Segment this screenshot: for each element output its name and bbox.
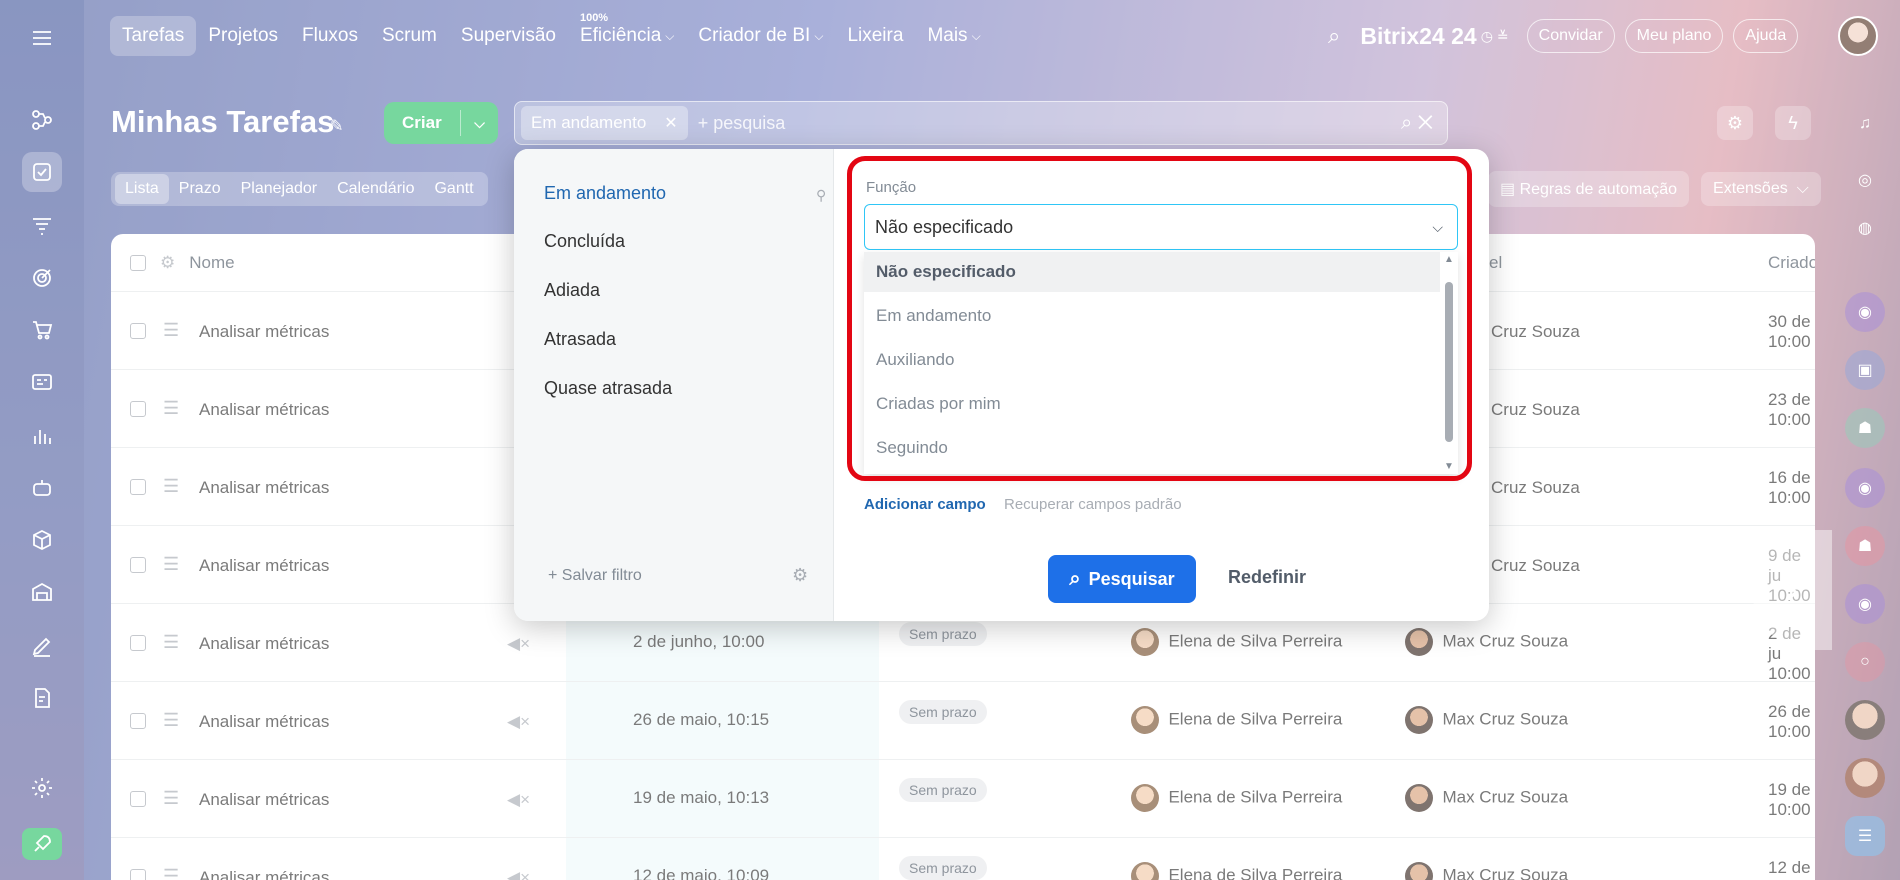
save-filter-button[interactable]: + Salvar filtro — [548, 567, 642, 585]
search-button[interactable]: ⌕ Pesquisar — [1048, 555, 1196, 603]
plus-icon: + — [548, 567, 558, 584]
search-icon: ⌕ — [1069, 567, 1081, 590]
reset-button[interactable]: Redefinir — [1228, 567, 1306, 588]
pin-icon[interactable]: ⚲ — [816, 187, 826, 204]
preset-em-andamento[interactable]: Em andamento — [544, 183, 666, 204]
gear-icon[interactable]: ⚙ — [792, 565, 808, 586]
preset-adiada[interactable]: Adiada — [544, 280, 600, 301]
preset-atrasada[interactable]: Atrasada — [544, 329, 616, 350]
filter-presets: Em andamento ⚲ Concluída Adiada Atrasada… — [514, 149, 834, 621]
preset-quase-atrasada[interactable]: Quase atrasada — [544, 378, 672, 399]
add-field-link[interactable]: Adicionar campo — [864, 496, 986, 513]
restore-default-fields-link[interactable]: Recuperar campos padrão — [1004, 496, 1182, 513]
highlight-frame — [847, 156, 1472, 481]
preset-concluida[interactable]: Concluída — [544, 231, 625, 252]
